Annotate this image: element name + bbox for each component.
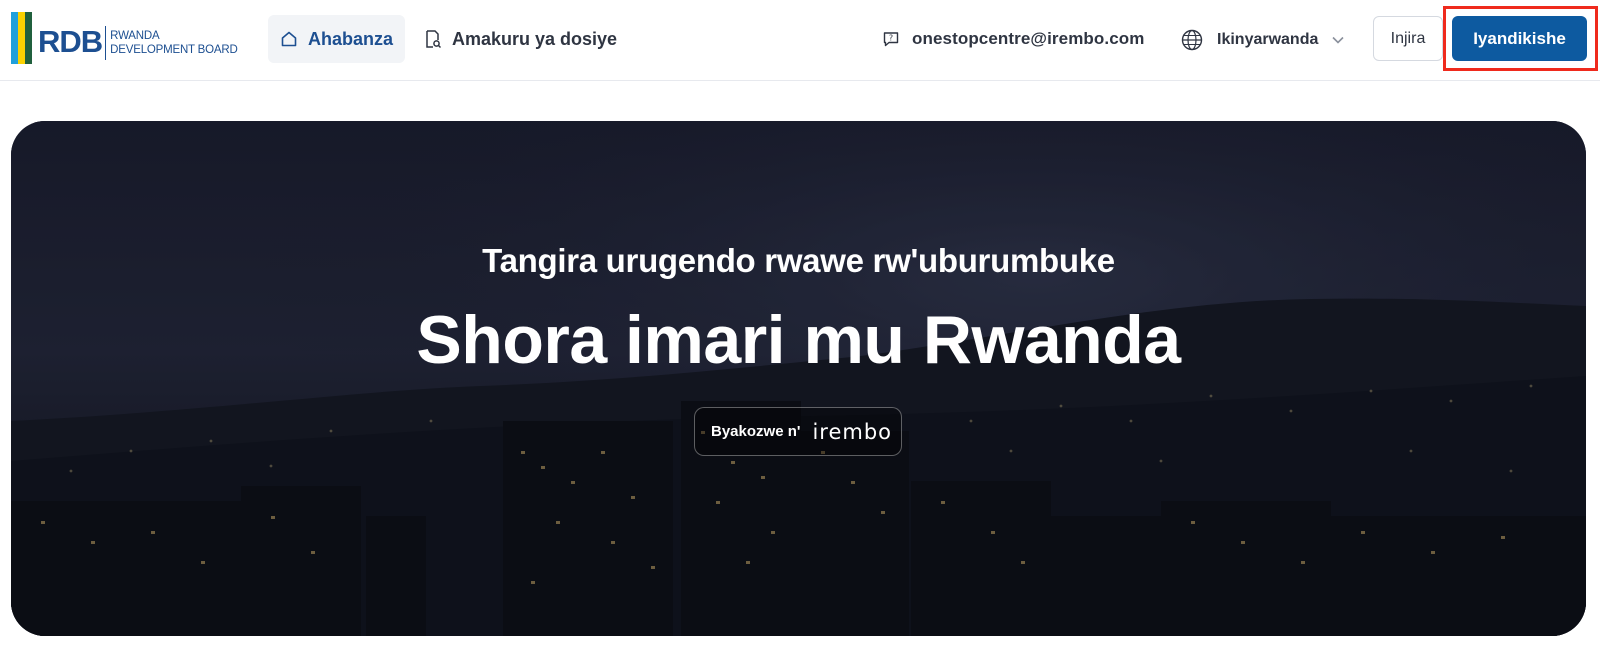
language-selected: Ikinyarwanda — [1217, 31, 1319, 48]
nav-file-info-label: Amakuru ya dosiye — [452, 28, 618, 49]
globe-icon — [1181, 29, 1203, 51]
svg-text:?: ? — [889, 34, 893, 43]
powered-by-badge[interactable]: Byakozwe n' irembo — [694, 407, 902, 456]
chat-help-icon: ? — [883, 32, 899, 47]
login-button[interactable]: Injira — [1373, 16, 1443, 61]
logo-tagline-line1: RWANDA — [110, 30, 160, 42]
contact-email-link[interactable]: ? onestopcentre@irembo.com — [882, 25, 1144, 53]
contact-email: onestopcentre@irembo.com — [912, 29, 1145, 48]
nav-home-link[interactable]: Ahabanza — [268, 15, 405, 63]
nav-file-info-link[interactable]: Amakuru ya dosiye — [424, 15, 617, 63]
language-selector[interactable]: Ikinyarwanda — [1181, 25, 1344, 55]
badge-prefix: Byakozwe n' — [711, 423, 801, 440]
hero-banner: Tangira urugendo rwawe rw'uburumbuke Sho… — [11, 121, 1586, 636]
register-button[interactable]: Iyandikishe — [1452, 16, 1587, 61]
irembo-logo-text: irembo — [812, 419, 892, 444]
logo-abbreviation: RDB — [38, 24, 103, 59]
file-search-icon — [426, 30, 442, 49]
logo-divider — [105, 26, 107, 60]
logo-tagline: RWANDA DEVELOPMENT BOARD — [110, 29, 238, 57]
logo-tagline-line2: DEVELOPMENT BOARD — [110, 44, 238, 56]
rdb-logo[interactable]: RDB RWANDA DEVELOPMENT BOARD — [11, 12, 238, 64]
home-icon — [281, 31, 297, 47]
hero-headline: Shora imari mu Rwanda — [416, 302, 1181, 378]
rwanda-flag-stripes — [11, 12, 32, 64]
top-navigation-bar: RDB RWANDA DEVELOPMENT BOARD Ahabanza Am… — [0, 0, 1600, 81]
hero-eyebrow: Tangira urugendo rwawe rw'uburumbuke — [482, 242, 1115, 279]
nav-home-label: Ahabanza — [308, 28, 394, 49]
chevron-down-icon — [1332, 36, 1344, 44]
